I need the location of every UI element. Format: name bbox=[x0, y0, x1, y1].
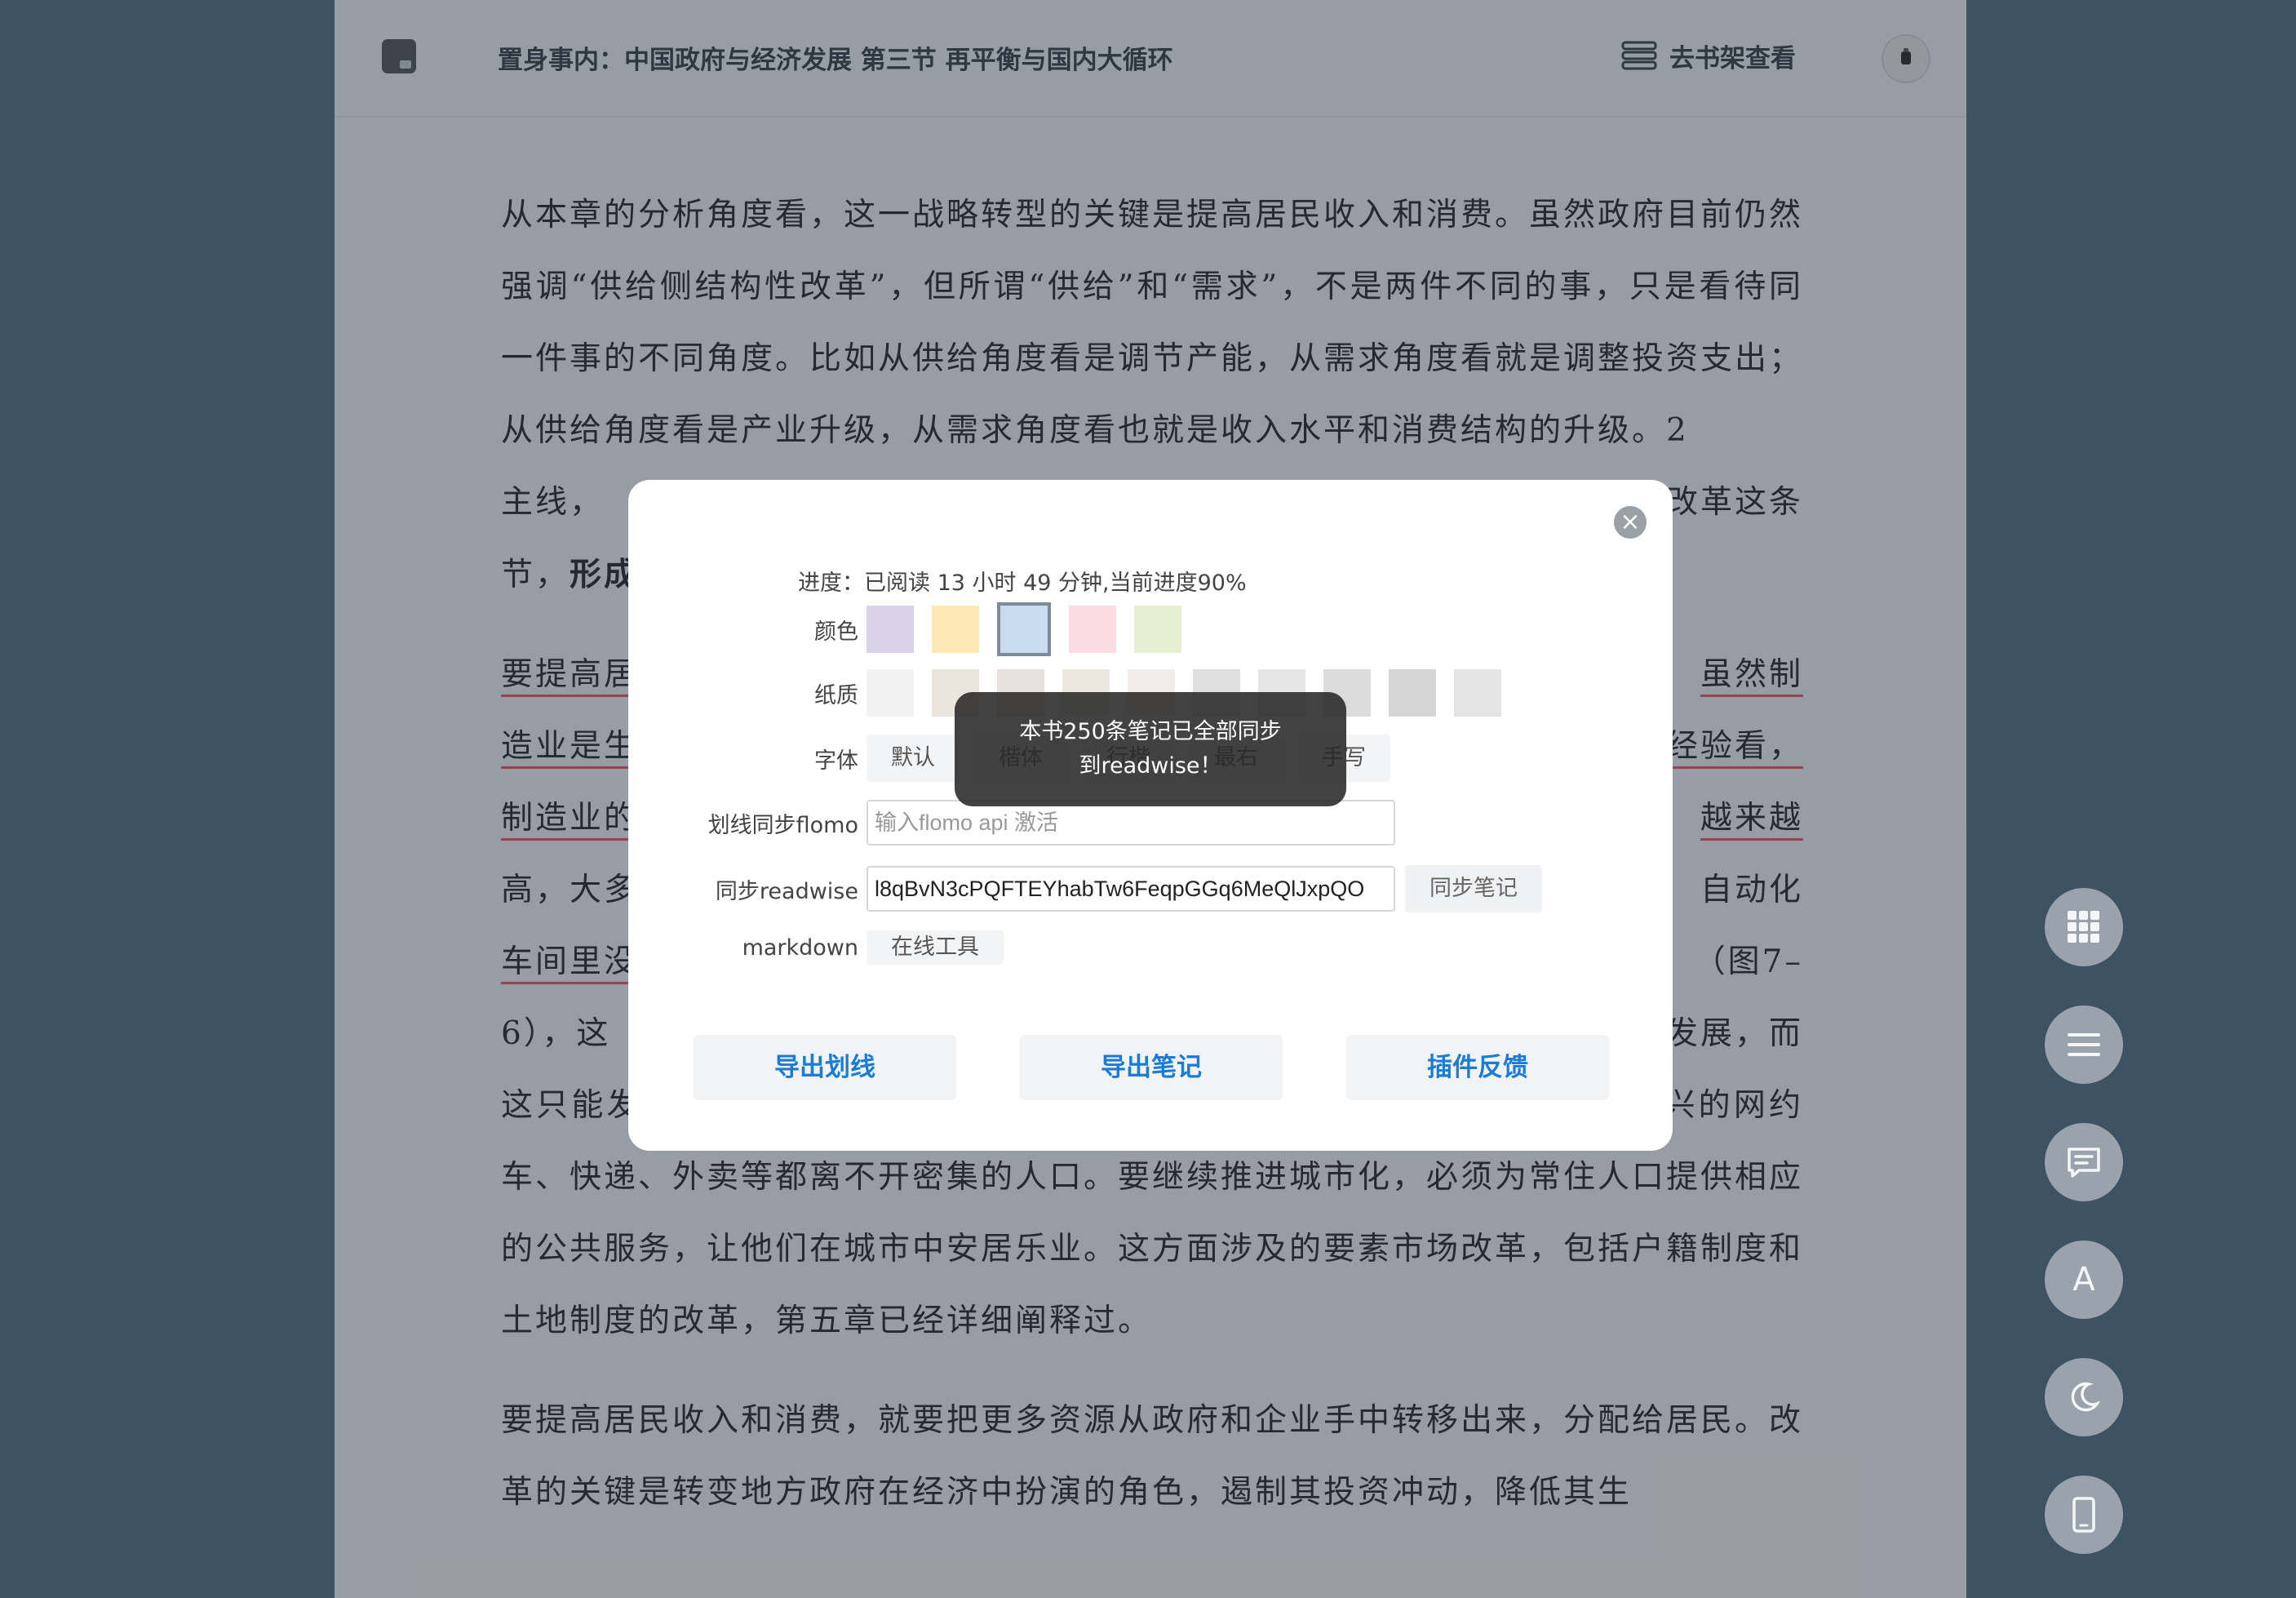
close-icon[interactable]: × bbox=[1614, 506, 1647, 539]
phone-button[interactable] bbox=[2045, 1476, 2123, 1554]
font-label: 字体 bbox=[814, 748, 858, 774]
online-tool-button[interactable]: 在线工具 bbox=[867, 930, 1004, 965]
color-row: 颜色 bbox=[628, 602, 1199, 656]
grid-button[interactable] bbox=[2045, 888, 2123, 966]
toast-line-2: 到readwise！ bbox=[1079, 753, 1222, 779]
paper-option-1[interactable] bbox=[867, 669, 914, 717]
font-option-default[interactable]: 默认 bbox=[867, 735, 960, 782]
color-swatch-pink[interactable] bbox=[1069, 606, 1116, 653]
plugin-feedback-button[interactable]: 插件反馈 bbox=[1346, 1035, 1609, 1100]
color-swatch-blue[interactable] bbox=[997, 602, 1051, 656]
toc-button[interactable] bbox=[2045, 1005, 2123, 1084]
notes-button[interactable] bbox=[2045, 1123, 2123, 1201]
color-swatch-purple[interactable] bbox=[867, 606, 914, 653]
paper-option-9[interactable] bbox=[1389, 669, 1436, 717]
markdown-label: markdown bbox=[742, 934, 858, 961]
moon-icon bbox=[2071, 1382, 2100, 1412]
comment-icon bbox=[2068, 1147, 2100, 1178]
reading-progress: 进度：已阅读 13 小时 49 分钟,当前进度90% bbox=[798, 570, 1247, 596]
export-notes-button[interactable]: 导出笔记 bbox=[1020, 1035, 1283, 1100]
markdown-row: markdown 在线工具 bbox=[628, 930, 1004, 965]
flomo-label: 划线同步flomo bbox=[707, 812, 858, 838]
paper-option-10[interactable] bbox=[1454, 669, 1501, 717]
phone-icon bbox=[2072, 1497, 2095, 1533]
paper-label: 纸质 bbox=[814, 682, 858, 708]
export-highlights-button[interactable]: 导出划线 bbox=[694, 1035, 956, 1100]
sync-notes-button[interactable]: 同步笔记 bbox=[1405, 865, 1542, 912]
settings-dialog: × 进度：已阅读 13 小时 49 分钟,当前进度90% 颜色 纸质 字体 默认… bbox=[628, 480, 1673, 1151]
color-swatch-yellow[interactable] bbox=[932, 606, 979, 653]
readwise-token-input[interactable]: l8qBvN3cPQFTEYhabTw6FeqpGGq6MeQlJxpQO bbox=[867, 866, 1395, 912]
readwise-row: 同步readwise l8qBvN3cPQFTEYhabTw6FeqpGGq6M… bbox=[628, 865, 1542, 912]
font-icon: A bbox=[2072, 1261, 2095, 1298]
sync-toast: 本书250条笔记已全部同步 到readwise！ bbox=[955, 692, 1346, 806]
toast-line-1: 本书250条笔记已全部同步 bbox=[1019, 719, 1282, 744]
dark-mode-button[interactable] bbox=[2045, 1358, 2123, 1436]
font-settings-button[interactable]: A bbox=[2045, 1241, 2123, 1319]
color-label: 颜色 bbox=[814, 619, 858, 645]
menu-icon bbox=[2068, 1033, 2100, 1056]
grid-icon bbox=[2068, 911, 2099, 943]
readwise-label: 同步readwise bbox=[715, 878, 858, 904]
color-swatch-green[interactable] bbox=[1134, 606, 1181, 653]
flomo-row: 划线同步flomo 输入flomo api 激活 bbox=[628, 800, 1395, 846]
side-toolbar: A bbox=[2045, 888, 2123, 1593]
flomo-api-input[interactable]: 输入flomo api 激活 bbox=[867, 800, 1395, 846]
